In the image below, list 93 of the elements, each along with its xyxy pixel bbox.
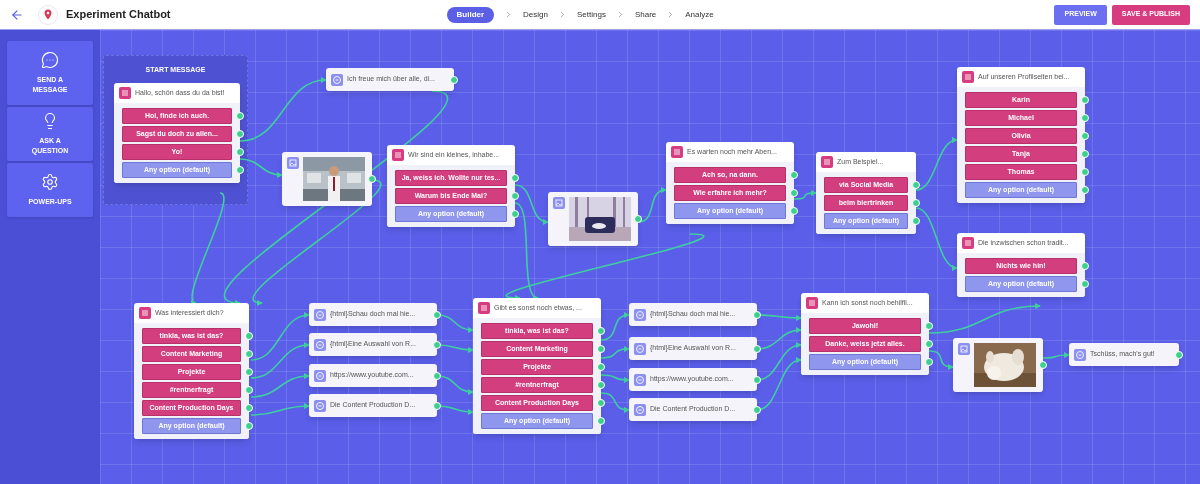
port-handle[interactable] xyxy=(912,181,920,189)
step-tab[interactable]: Analyze xyxy=(685,6,714,23)
port-handle[interactable] xyxy=(1175,350,1183,359)
image-icon xyxy=(553,197,565,209)
port-handle[interactable] xyxy=(1081,262,1089,270)
chat-icon xyxy=(314,308,326,321)
port-handle[interactable] xyxy=(236,130,244,138)
list-icon xyxy=(139,307,151,319)
connector-arrow xyxy=(1042,352,1070,359)
port-handle[interactable] xyxy=(245,332,253,340)
port-handle[interactable] xyxy=(753,405,761,414)
port-handle[interactable] xyxy=(1081,114,1089,122)
connector-arrow xyxy=(600,374,630,383)
port-handle[interactable] xyxy=(925,322,933,330)
port-handle[interactable] xyxy=(1081,186,1089,194)
list-icon xyxy=(119,87,131,99)
logo-icon xyxy=(38,4,58,25)
port-handle[interactable] xyxy=(1081,150,1089,158)
connector-arrow xyxy=(915,207,958,270)
port-handle[interactable] xyxy=(433,371,441,380)
port-handle[interactable] xyxy=(597,327,605,335)
port-handle[interactable] xyxy=(790,207,798,215)
port-handle[interactable] xyxy=(790,171,798,179)
chat-icon xyxy=(41,51,59,69)
port-handle[interactable] xyxy=(634,215,642,223)
port-handle[interactable] xyxy=(433,340,441,349)
port-handle[interactable] xyxy=(925,358,933,366)
list-icon xyxy=(962,71,974,83)
port-handle[interactable] xyxy=(433,401,441,410)
port-handle[interactable] xyxy=(245,422,253,430)
port-handle[interactable] xyxy=(925,340,933,348)
chat-icon xyxy=(634,403,646,416)
list-icon xyxy=(821,156,833,168)
connector-arrow xyxy=(600,392,630,413)
port-handle[interactable] xyxy=(245,404,253,412)
chat-icon xyxy=(634,308,646,321)
connector-arrow xyxy=(793,190,817,200)
connector-arrow xyxy=(600,346,630,359)
port-handle[interactable] xyxy=(245,368,253,376)
list-icon xyxy=(392,149,404,161)
image-icon xyxy=(287,157,299,169)
chevron-icon xyxy=(558,10,567,19)
port-handle[interactable] xyxy=(1081,168,1089,176)
port-handle[interactable] xyxy=(912,199,920,207)
port-handle[interactable] xyxy=(597,417,605,425)
chatbot-title: Experiment Chatbot xyxy=(66,7,171,23)
chat-icon xyxy=(1074,348,1086,361)
port-handle[interactable] xyxy=(1039,361,1047,369)
chat-icon xyxy=(634,373,646,386)
port-handle[interactable] xyxy=(597,363,605,371)
connector-arrow xyxy=(250,403,310,416)
chat-icon xyxy=(314,369,326,382)
port-handle[interactable] xyxy=(236,148,244,156)
list-icon xyxy=(478,302,490,314)
chat-icon xyxy=(314,399,326,412)
port-handle[interactable] xyxy=(511,192,519,200)
connector-arrow xyxy=(915,138,958,191)
chat-icon xyxy=(314,338,326,351)
port-handle[interactable] xyxy=(245,386,253,394)
chat-icon xyxy=(634,342,646,355)
port-handle[interactable] xyxy=(245,350,253,358)
port-handle[interactable] xyxy=(597,381,605,389)
chat-icon xyxy=(331,73,343,86)
image-icon xyxy=(958,343,970,355)
port-handle[interactable] xyxy=(753,310,761,319)
port-handle[interactable] xyxy=(511,210,519,218)
port-handle[interactable] xyxy=(450,75,458,84)
port-handle[interactable] xyxy=(1081,280,1089,288)
port-handle[interactable] xyxy=(597,345,605,353)
port-handle[interactable] xyxy=(511,174,519,182)
port-handle[interactable] xyxy=(1081,132,1089,140)
port-handle[interactable] xyxy=(368,175,376,183)
port-handle[interactable] xyxy=(236,166,244,174)
port-handle[interactable] xyxy=(1081,96,1089,104)
port-handle[interactable] xyxy=(790,189,798,197)
step-tab[interactable]: Design xyxy=(523,6,548,23)
list-icon xyxy=(671,146,683,158)
port-handle[interactable] xyxy=(753,375,761,384)
port-handle[interactable] xyxy=(597,399,605,407)
port-handle[interactable] xyxy=(912,217,920,225)
step-tab[interactable]: Builder xyxy=(446,6,495,23)
settings-icon xyxy=(41,173,59,191)
step-tab[interactable]: Settings xyxy=(577,6,606,23)
list-icon xyxy=(806,297,818,309)
connector-arrow xyxy=(600,312,630,341)
port-handle[interactable] xyxy=(236,112,244,120)
connector-arrow xyxy=(928,350,954,370)
list-icon xyxy=(962,237,974,249)
step-tab[interactable]: Share xyxy=(634,6,657,23)
port-handle[interactable] xyxy=(753,344,761,353)
connector-arrow xyxy=(250,312,310,361)
port-handle[interactable] xyxy=(433,310,441,319)
back-icon[interactable] xyxy=(10,7,24,22)
